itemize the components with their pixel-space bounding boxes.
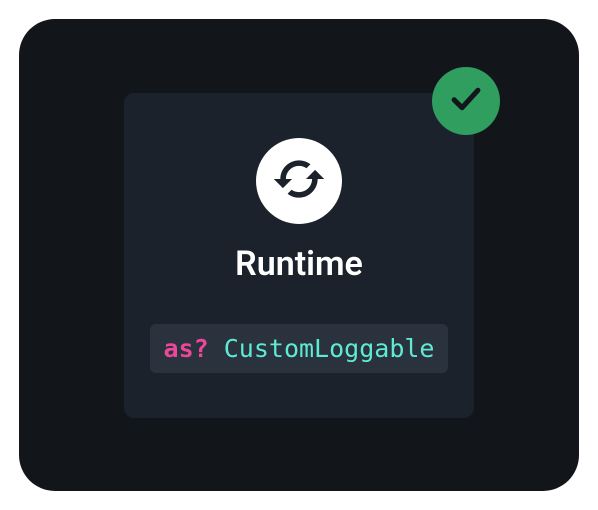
success-badge	[432, 67, 500, 135]
code-keyword: as?	[164, 334, 209, 363]
outer-card: Runtime as? CustomLoggable	[19, 19, 579, 491]
code-snippet: as? CustomLoggable	[150, 324, 449, 373]
code-type: CustomLoggable	[224, 334, 435, 363]
card-title: Runtime	[235, 244, 363, 284]
code-space	[209, 334, 224, 363]
checkmark-icon	[447, 80, 485, 122]
runtime-card: Runtime as? CustomLoggable	[124, 93, 474, 418]
icon-circle	[256, 138, 342, 224]
sync-icon	[271, 151, 327, 211]
